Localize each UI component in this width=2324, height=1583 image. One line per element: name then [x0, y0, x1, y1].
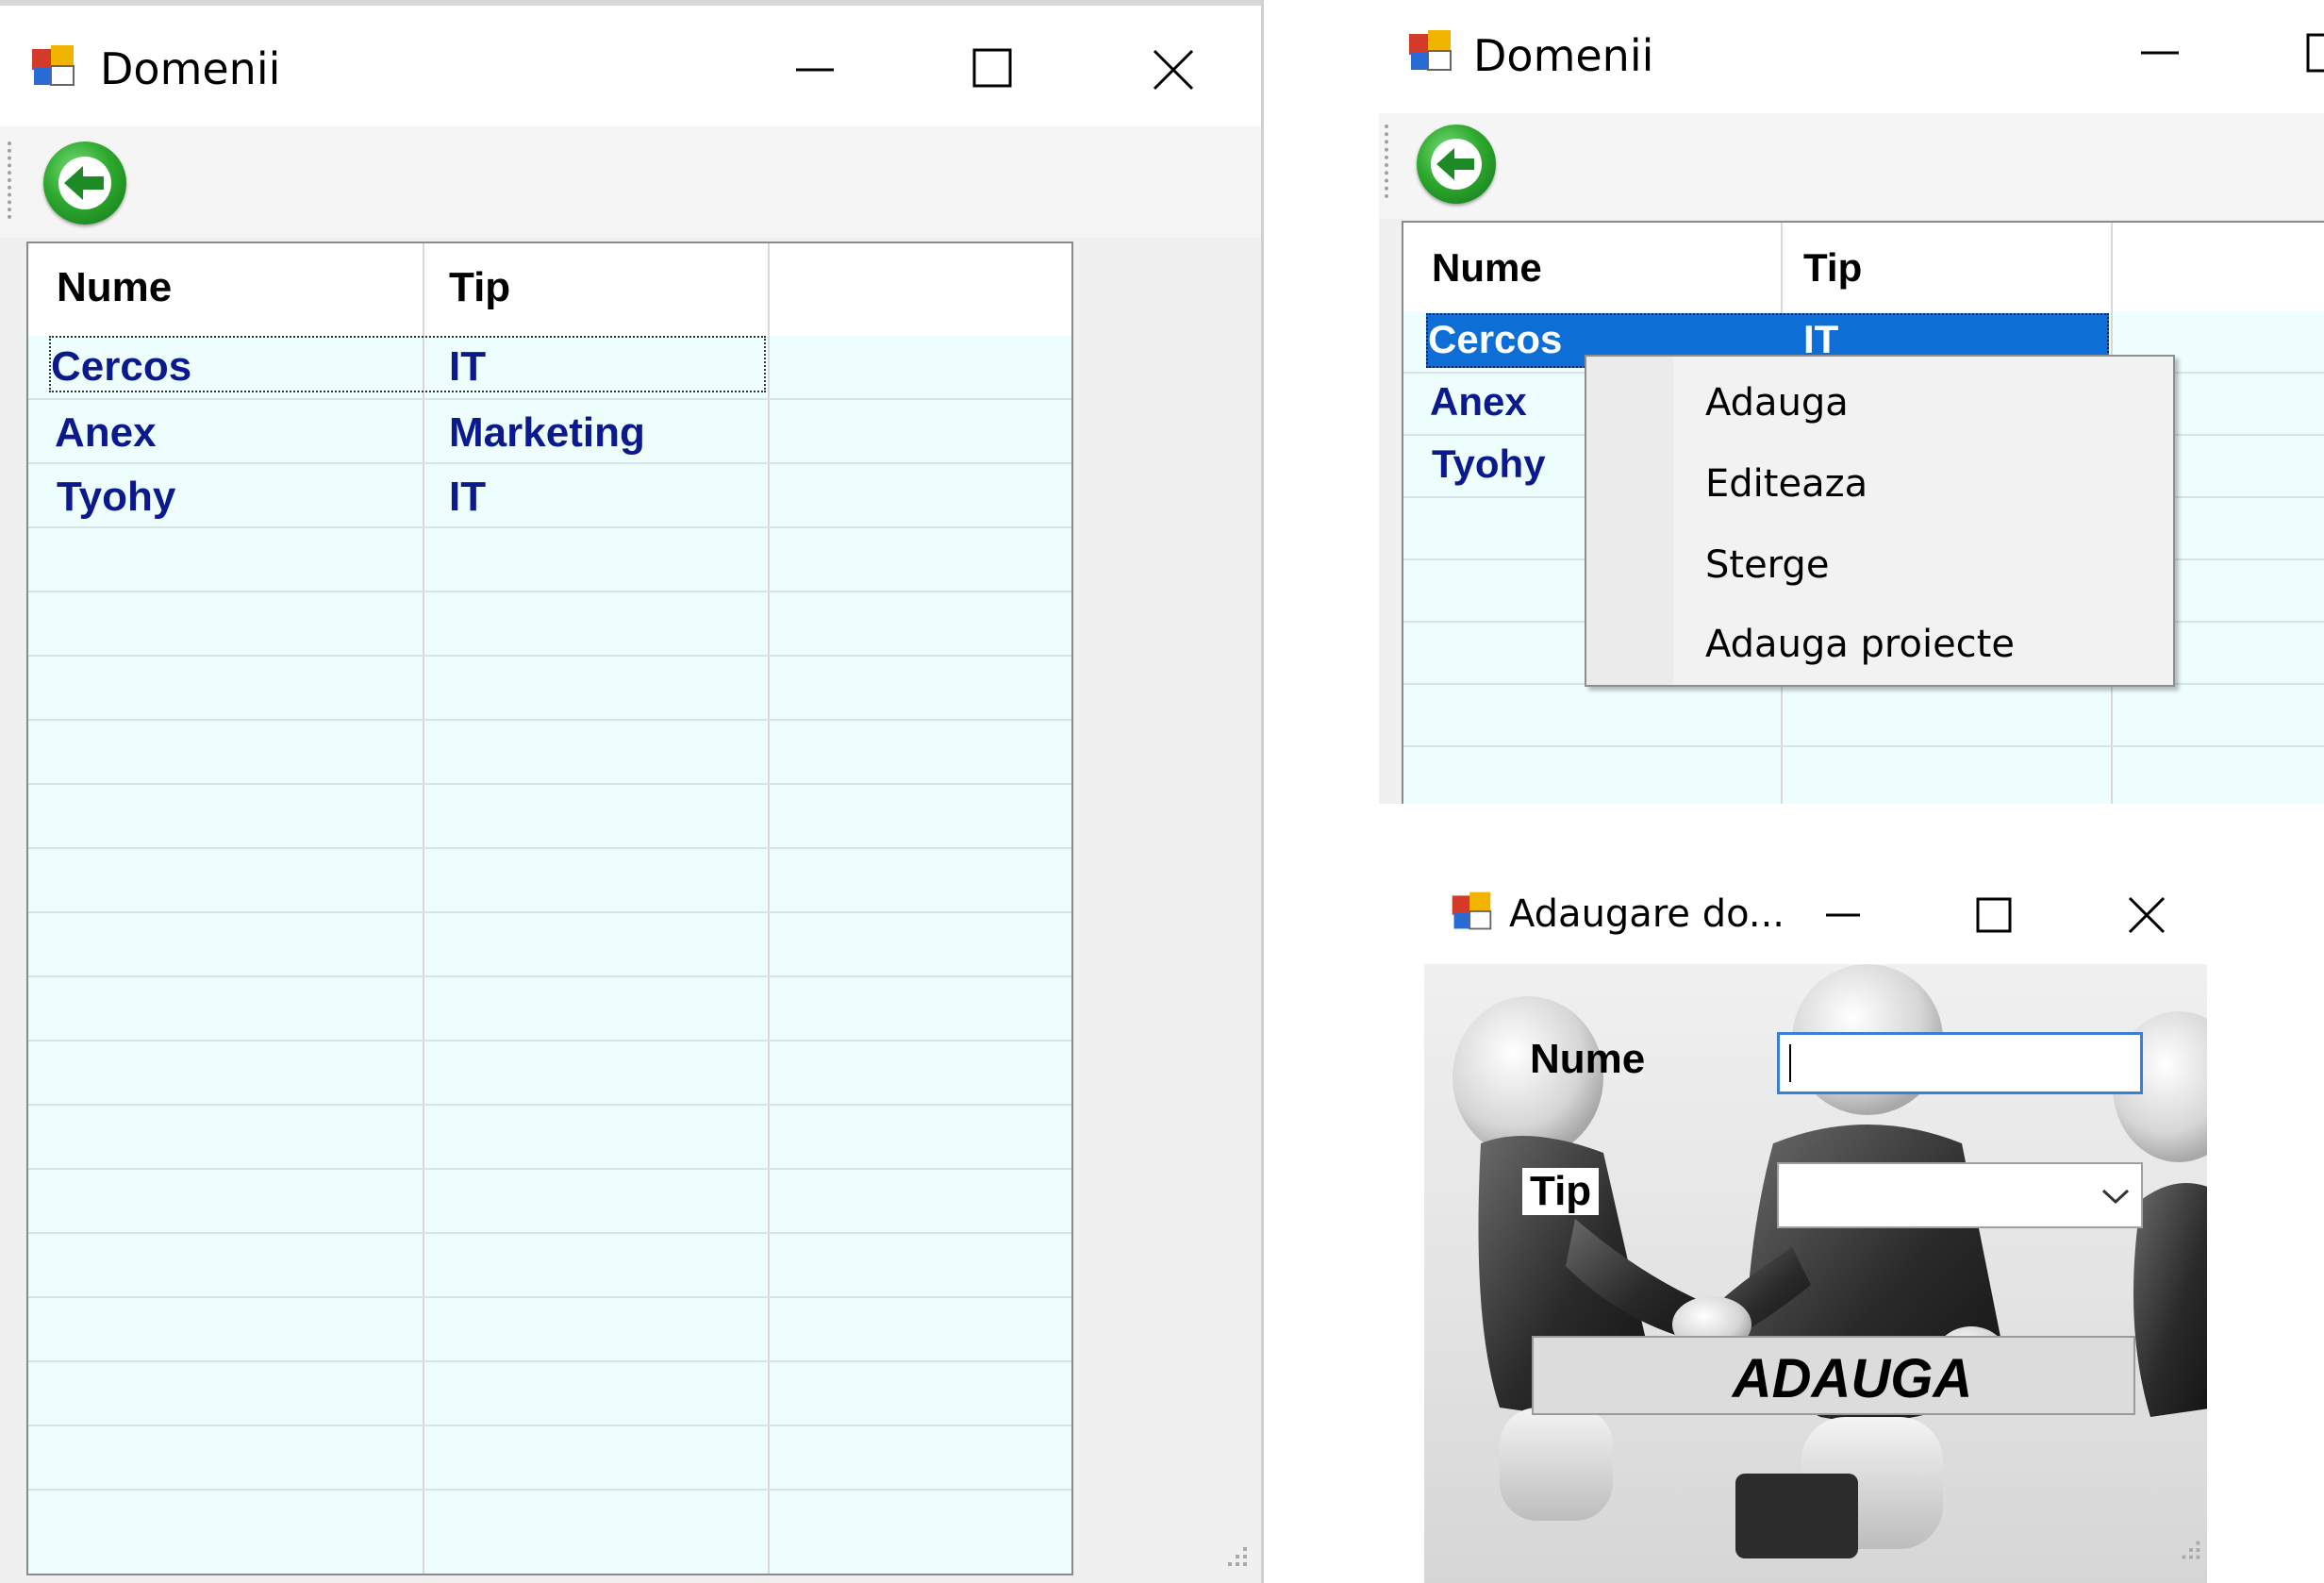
row-divider: [28, 1296, 1071, 1298]
app-icon: [32, 45, 75, 86]
close-icon[interactable]: [2128, 896, 2166, 934]
window-title: Domenii: [100, 43, 281, 94]
left-window: Domenii Nume Tip Cercos IT Anex Marketin…: [0, 0, 1264, 1583]
cell-nume: Cercos: [1428, 317, 1563, 361]
menu-item-adauga[interactable]: Adauga: [1673, 377, 2173, 428]
tip-label: Tip: [1522, 1168, 1600, 1215]
column-header-tip[interactable]: Tip: [449, 264, 510, 311]
close-icon[interactable]: [1153, 49, 1194, 91]
tip-select[interactable]: [1777, 1162, 2143, 1228]
row-divider: [28, 526, 1071, 528]
context-menu: Adauga Editeaza Sterge Adauga proiecte: [1585, 355, 2175, 687]
cell-nume: Tyohy: [1432, 442, 1546, 486]
row-divider: [28, 655, 1071, 657]
minimize-icon[interactable]: [2139, 32, 2181, 74]
column-header-nume[interactable]: Nume: [57, 264, 172, 311]
cell-tip: Marketing: [449, 409, 645, 456]
row-divider: [28, 911, 1071, 913]
add-dialog: Adaugare do... Nume Tip ADAUGA: [1424, 855, 2207, 1583]
back-arrow-icon[interactable]: [1417, 125, 1496, 204]
cell-nume: Anex: [55, 409, 157, 456]
window-title: Domenii: [1473, 30, 1654, 81]
cell-nume: Anex: [1430, 379, 1527, 424]
table-row[interactable]: Cercos IT: [28, 336, 773, 398]
left-toolbar: [0, 126, 1261, 238]
row-divider: [28, 783, 1071, 785]
row-divider: [28, 975, 1071, 977]
toolbar-grip[interactable]: [8, 142, 15, 219]
table-row[interactable]: Anex Marketing: [28, 400, 773, 462]
column-header-tip[interactable]: Tip: [1803, 245, 1862, 291]
right-titlebar[interactable]: Domenii: [1379, 0, 2324, 113]
row-divider: [28, 1360, 1071, 1362]
dialog-body: Nume Tip ADAUGA: [1424, 964, 2207, 1583]
app-icon: [1452, 891, 1492, 930]
column-header-nume[interactable]: Nume: [1432, 245, 1542, 291]
cell-tip: IT: [449, 343, 487, 390]
left-titlebar[interactable]: Domenii: [0, 0, 1261, 126]
context-menu-gutter: [1586, 357, 1673, 685]
dialog-title: Adaugare do...: [1509, 892, 1785, 936]
grid-header: [28, 243, 1071, 336]
row-divider: [28, 1104, 1071, 1106]
menu-item-editeaza[interactable]: Editeaza: [1673, 458, 2173, 509]
left-grid[interactable]: Nume Tip Cercos IT Anex Marketing Tyohy …: [26, 242, 1073, 1575]
maximize-icon[interactable]: [971, 47, 1013, 89]
row-divider: [28, 1168, 1071, 1170]
cell-nume: Cercos: [51, 343, 192, 390]
menu-item-sterge[interactable]: Sterge: [1673, 540, 2173, 591]
maximize-icon[interactable]: [1975, 896, 2013, 934]
cell-nume: Tyohy: [57, 474, 176, 520]
app-icon: [1409, 30, 1452, 71]
right-toolbar: [1379, 113, 2324, 219]
menu-item-adauga-proiecte[interactable]: Adauga proiecte: [1673, 619, 2173, 670]
adauga-button[interactable]: ADAUGA: [1532, 1336, 2135, 1415]
row-divider: [28, 1425, 1071, 1426]
adauga-button-label: ADAUGA: [1732, 1348, 1973, 1409]
row-divider: [1403, 745, 2324, 747]
cell-tip: IT: [449, 474, 487, 520]
maximize-icon[interactable]: [2305, 32, 2324, 74]
toolbar-grip[interactable]: [1385, 125, 1392, 198]
row-divider: [28, 847, 1071, 849]
nume-input[interactable]: [1777, 1032, 2143, 1094]
table-row[interactable]: Tyohy IT: [28, 464, 773, 526]
row-divider: [28, 1232, 1071, 1234]
row-divider: [28, 719, 1071, 721]
minimize-icon[interactable]: [1824, 896, 1862, 934]
dialog-titlebar[interactable]: Adaugare do...: [1424, 855, 2207, 964]
minimize-icon[interactable]: [794, 47, 836, 89]
text-caret: [1789, 1044, 1791, 1082]
row-divider: [28, 1489, 1071, 1491]
row-divider: [28, 591, 1071, 592]
row-divider: [28, 1040, 1071, 1041]
resize-grip-icon[interactable]: [1222, 1543, 1251, 1572]
back-arrow-icon[interactable]: [43, 142, 126, 225]
resize-grip-icon[interactable]: [2177, 1538, 2203, 1564]
nume-label: Nume: [1530, 1036, 1646, 1082]
chevron-down-icon[interactable]: [2100, 1185, 2132, 1208]
